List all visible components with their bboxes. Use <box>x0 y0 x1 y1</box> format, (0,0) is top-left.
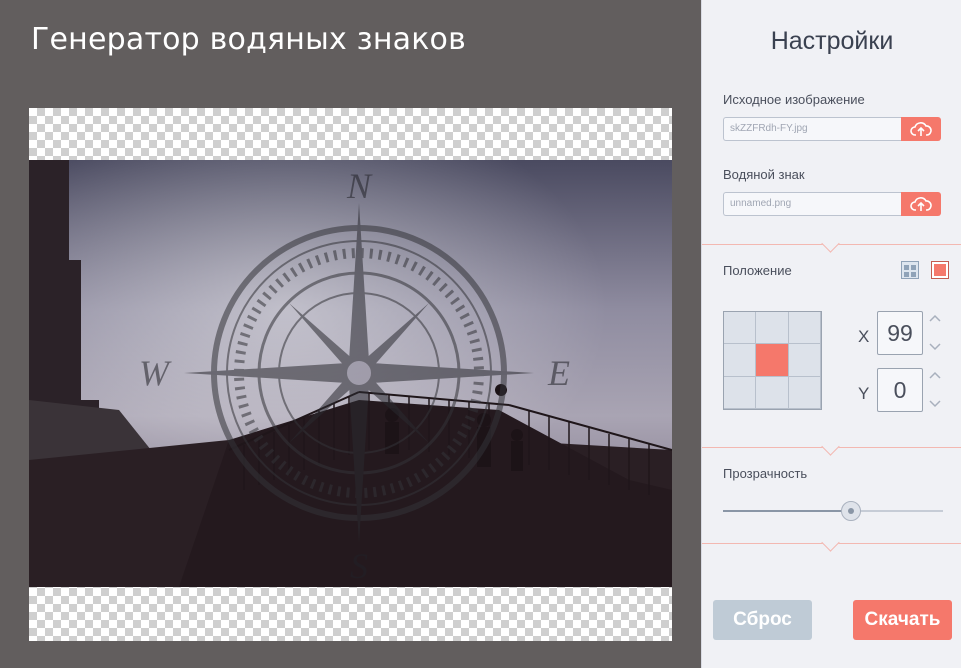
watermark-upload-button[interactable] <box>901 192 941 216</box>
position-cell[interactable] <box>788 376 821 409</box>
watermark-input[interactable]: unnamed.png <box>723 192 901 216</box>
grid-mode-icon[interactable] <box>901 261 919 279</box>
settings-panel: Настройки Исходное изображение skZZFRdh-… <box>701 0 961 668</box>
watermark-label: Водяной знак <box>723 167 805 182</box>
position-cell-active[interactable] <box>756 344 789 377</box>
position-cell[interactable] <box>724 376 757 409</box>
y-value-input[interactable]: 0 <box>877 368 923 412</box>
source-photo: N S W E <box>29 160 672 587</box>
y-increment-arrow[interactable] <box>928 369 942 381</box>
single-mode-icon[interactable] <box>931 261 949 279</box>
source-image-label: Исходное изображение <box>723 92 865 107</box>
source-image-upload-button[interactable] <box>901 117 941 141</box>
download-button[interactable]: Скачать <box>853 600 952 640</box>
settings-title: Настройки <box>770 27 894 55</box>
opacity-slider-handle[interactable] <box>840 501 861 521</box>
cloud-upload-icon <box>910 197 932 211</box>
opacity-label: Прозрачность <box>723 466 808 481</box>
preview-panel: Генератор водяных знаков N S W E <box>0 0 701 668</box>
opacity-slider-fill <box>723 510 851 512</box>
y-axis-label: Y <box>858 384 870 403</box>
watermark-letter-w: W <box>139 353 172 393</box>
position-label: Положение <box>723 263 792 278</box>
y-decrement-arrow[interactable] <box>928 398 942 410</box>
position-cell[interactable] <box>756 376 789 409</box>
watermark-letter-e: E <box>547 353 570 393</box>
source-image-input[interactable]: skZZFRdh-FY.jpg <box>723 117 901 141</box>
opacity-slider[interactable] <box>723 501 943 521</box>
position-cell[interactable] <box>756 312 789 345</box>
position-cell[interactable] <box>788 344 821 377</box>
position-cell[interactable] <box>788 312 821 345</box>
watermark-letter-n: N <box>346 166 373 206</box>
section-divider-notch <box>821 533 840 552</box>
watermark-letter-s: S <box>350 546 368 586</box>
x-decrement-arrow[interactable] <box>928 341 942 353</box>
x-axis-label: X <box>858 327 870 346</box>
position-grid[interactable] <box>723 311 822 410</box>
position-cell[interactable] <box>724 312 757 345</box>
reset-button[interactable]: Сброс <box>713 600 812 640</box>
app-title: Генератор водяных знаков <box>31 22 466 57</box>
cloud-upload-icon <box>910 122 932 136</box>
preview-canvas: N S W E <box>29 108 672 641</box>
position-cell[interactable] <box>724 344 757 377</box>
x-increment-arrow[interactable] <box>928 312 942 324</box>
x-value-input[interactable]: 99 <box>877 311 923 355</box>
section-divider-notch <box>821 234 840 253</box>
section-divider-notch <box>821 437 840 456</box>
